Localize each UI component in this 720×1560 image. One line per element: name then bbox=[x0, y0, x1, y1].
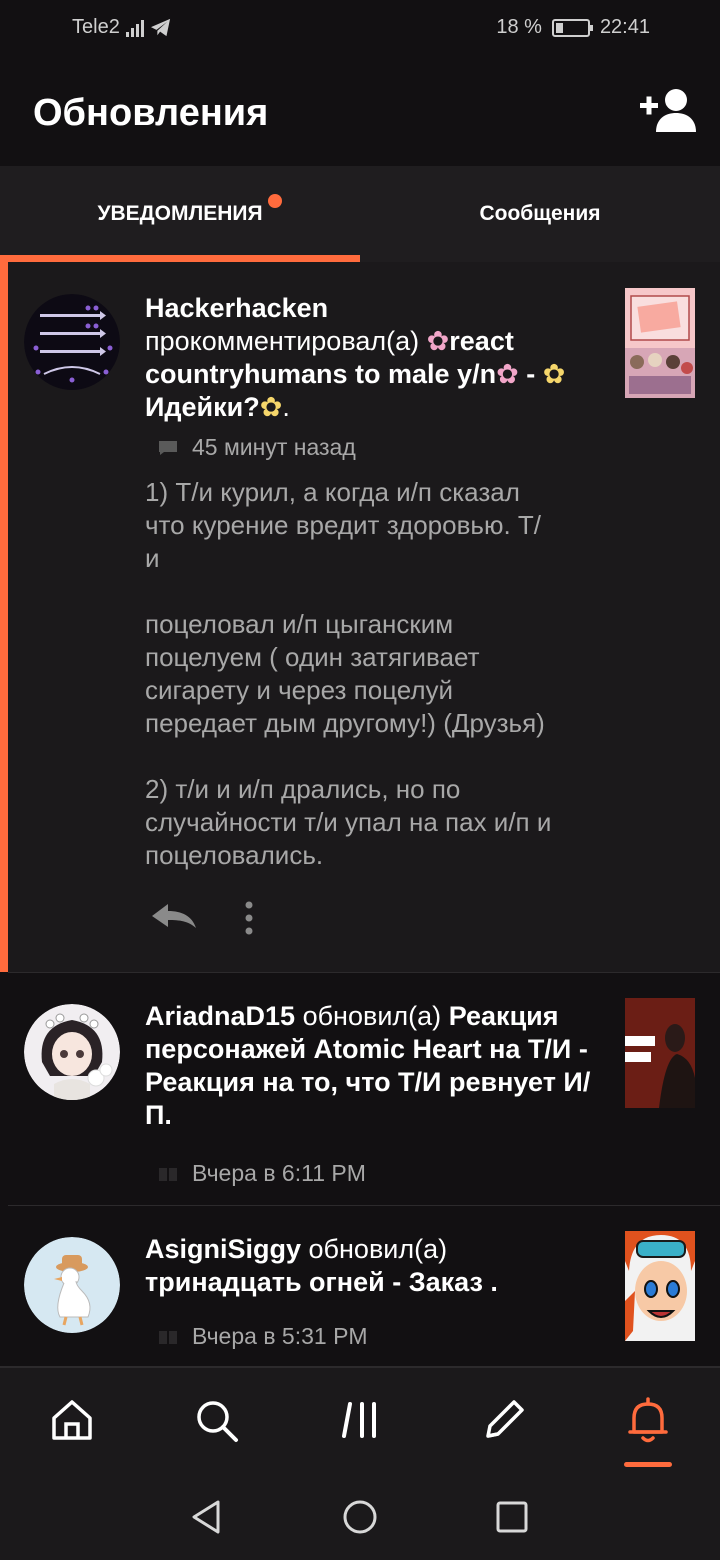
story-title[interactable]: react bbox=[449, 326, 514, 356]
tab-notifications-label: УВЕДОМЛЕНИЯ bbox=[97, 202, 263, 225]
recents-icon[interactable] bbox=[493, 1498, 531, 1536]
active-nav-indicator bbox=[624, 1462, 672, 1467]
comment-icon bbox=[159, 440, 177, 455]
comment-body: 1) Т/и курил, а когда и/п сказал что кур… bbox=[145, 477, 552, 870]
timestamp: Вчера в 5:31 PM bbox=[192, 1323, 368, 1349]
page-title: Обновления bbox=[33, 92, 269, 134]
unread-indicator bbox=[0, 262, 8, 972]
avatar[interactable] bbox=[24, 294, 120, 390]
battery-icon bbox=[551, 18, 593, 37]
notification-text[interactable]: Hackerhacken прокомментировал(а) ✿react … bbox=[145, 292, 605, 424]
clock: 22:41 bbox=[599, 16, 650, 38]
timestamp: Вчера в 6:11 PM bbox=[192, 1160, 366, 1186]
story-title-cont[interactable]: countryhumans to male y/n bbox=[145, 359, 496, 389]
telegram-icon bbox=[150, 18, 170, 36]
update-meta: Вчера в 6:11 PM bbox=[158, 1160, 366, 1187]
divider bbox=[8, 1205, 720, 1206]
action-text: обновил(а) bbox=[308, 1234, 448, 1264]
action-text: прокомментировал(а) bbox=[145, 326, 420, 356]
tab-messages-label: Сообщения bbox=[479, 202, 601, 225]
notification-text[interactable]: AriadnaD15 обновил(а) Реакция персонажей… bbox=[145, 1000, 605, 1132]
username[interactable]: AsigniSiggy bbox=[145, 1234, 301, 1264]
book-icon bbox=[159, 1330, 177, 1344]
flower-icon: ✿ bbox=[496, 359, 519, 389]
avatar[interactable] bbox=[24, 1237, 120, 1333]
book-icon bbox=[159, 1167, 177, 1181]
notification-list: Hackerhacken прокомментировал(а) ✿react … bbox=[0, 262, 720, 1366]
bell-icon[interactable] bbox=[624, 1396, 672, 1444]
back-icon[interactable] bbox=[188, 1498, 226, 1536]
notification-badge bbox=[268, 194, 282, 208]
daisy-icon: ✿ bbox=[259, 392, 283, 422]
story-cover-thumbnail[interactable] bbox=[625, 998, 695, 1108]
comment-meta: 45 минут назад bbox=[158, 434, 356, 461]
title-separator: - bbox=[518, 359, 543, 389]
home-circle-icon[interactable] bbox=[341, 1498, 379, 1536]
app-header: Обновления bbox=[0, 56, 720, 166]
divider bbox=[8, 972, 720, 973]
home-icon[interactable] bbox=[48, 1396, 96, 1444]
carrier-label: Tele2 bbox=[72, 16, 120, 38]
username[interactable]: AriadnaD15 bbox=[145, 1001, 295, 1031]
battery-percent: 18 % bbox=[496, 16, 542, 38]
story-title[interactable]: тринадцать огней - Заказ . bbox=[145, 1267, 498, 1297]
search-icon[interactable] bbox=[192, 1396, 240, 1444]
story-cover-thumbnail[interactable] bbox=[625, 1231, 695, 1341]
add-user-icon[interactable] bbox=[640, 86, 696, 134]
tab-notifications[interactable]: УВЕДОМЛЕНИЯ bbox=[0, 166, 360, 262]
write-icon[interactable] bbox=[480, 1396, 528, 1444]
bottom-navigation bbox=[0, 1366, 720, 1474]
notification-item[interactable]: Hackerhacken прокомментировал(а) ✿react … bbox=[0, 262, 720, 972]
tab-bar: УВЕДОМЛЕНИЯ Сообщения bbox=[0, 166, 720, 262]
system-navigation bbox=[0, 1474, 720, 1560]
action-text: обновил(а) bbox=[302, 1001, 442, 1031]
active-tab-indicator bbox=[0, 255, 360, 262]
notification-item[interactable]: AsigniSiggy обновил(а) тринадцать огней … bbox=[0, 1205, 720, 1366]
timestamp: 45 минут назад bbox=[192, 434, 356, 460]
update-meta: Вчера в 5:31 PM bbox=[158, 1323, 368, 1350]
chapter-title[interactable]: Идейки? bbox=[145, 392, 260, 422]
signal-icon bbox=[125, 19, 144, 37]
avatar[interactable] bbox=[24, 1004, 120, 1100]
tab-messages[interactable]: Сообщения bbox=[360, 166, 720, 262]
notification-item[interactable]: AriadnaD15 обновил(а) Реакция персонажей… bbox=[0, 972, 720, 1205]
flower-icon: ✿ bbox=[426, 326, 450, 356]
status-left: Tele2 bbox=[72, 16, 172, 39]
reply-icon[interactable] bbox=[150, 902, 198, 932]
library-icon[interactable] bbox=[336, 1396, 384, 1444]
story-cover-thumbnail[interactable] bbox=[625, 288, 695, 398]
daisy-icon: ✿ bbox=[542, 359, 566, 389]
notification-text[interactable]: AsigniSiggy обновил(а) тринадцать огней … bbox=[145, 1233, 605, 1299]
status-right: 18 % 22:41 bbox=[496, 16, 650, 39]
more-options-icon[interactable] bbox=[240, 900, 258, 936]
username[interactable]: Hackerhacken bbox=[145, 293, 328, 323]
status-bar: Tele2 18 % 22:41 bbox=[0, 0, 720, 56]
